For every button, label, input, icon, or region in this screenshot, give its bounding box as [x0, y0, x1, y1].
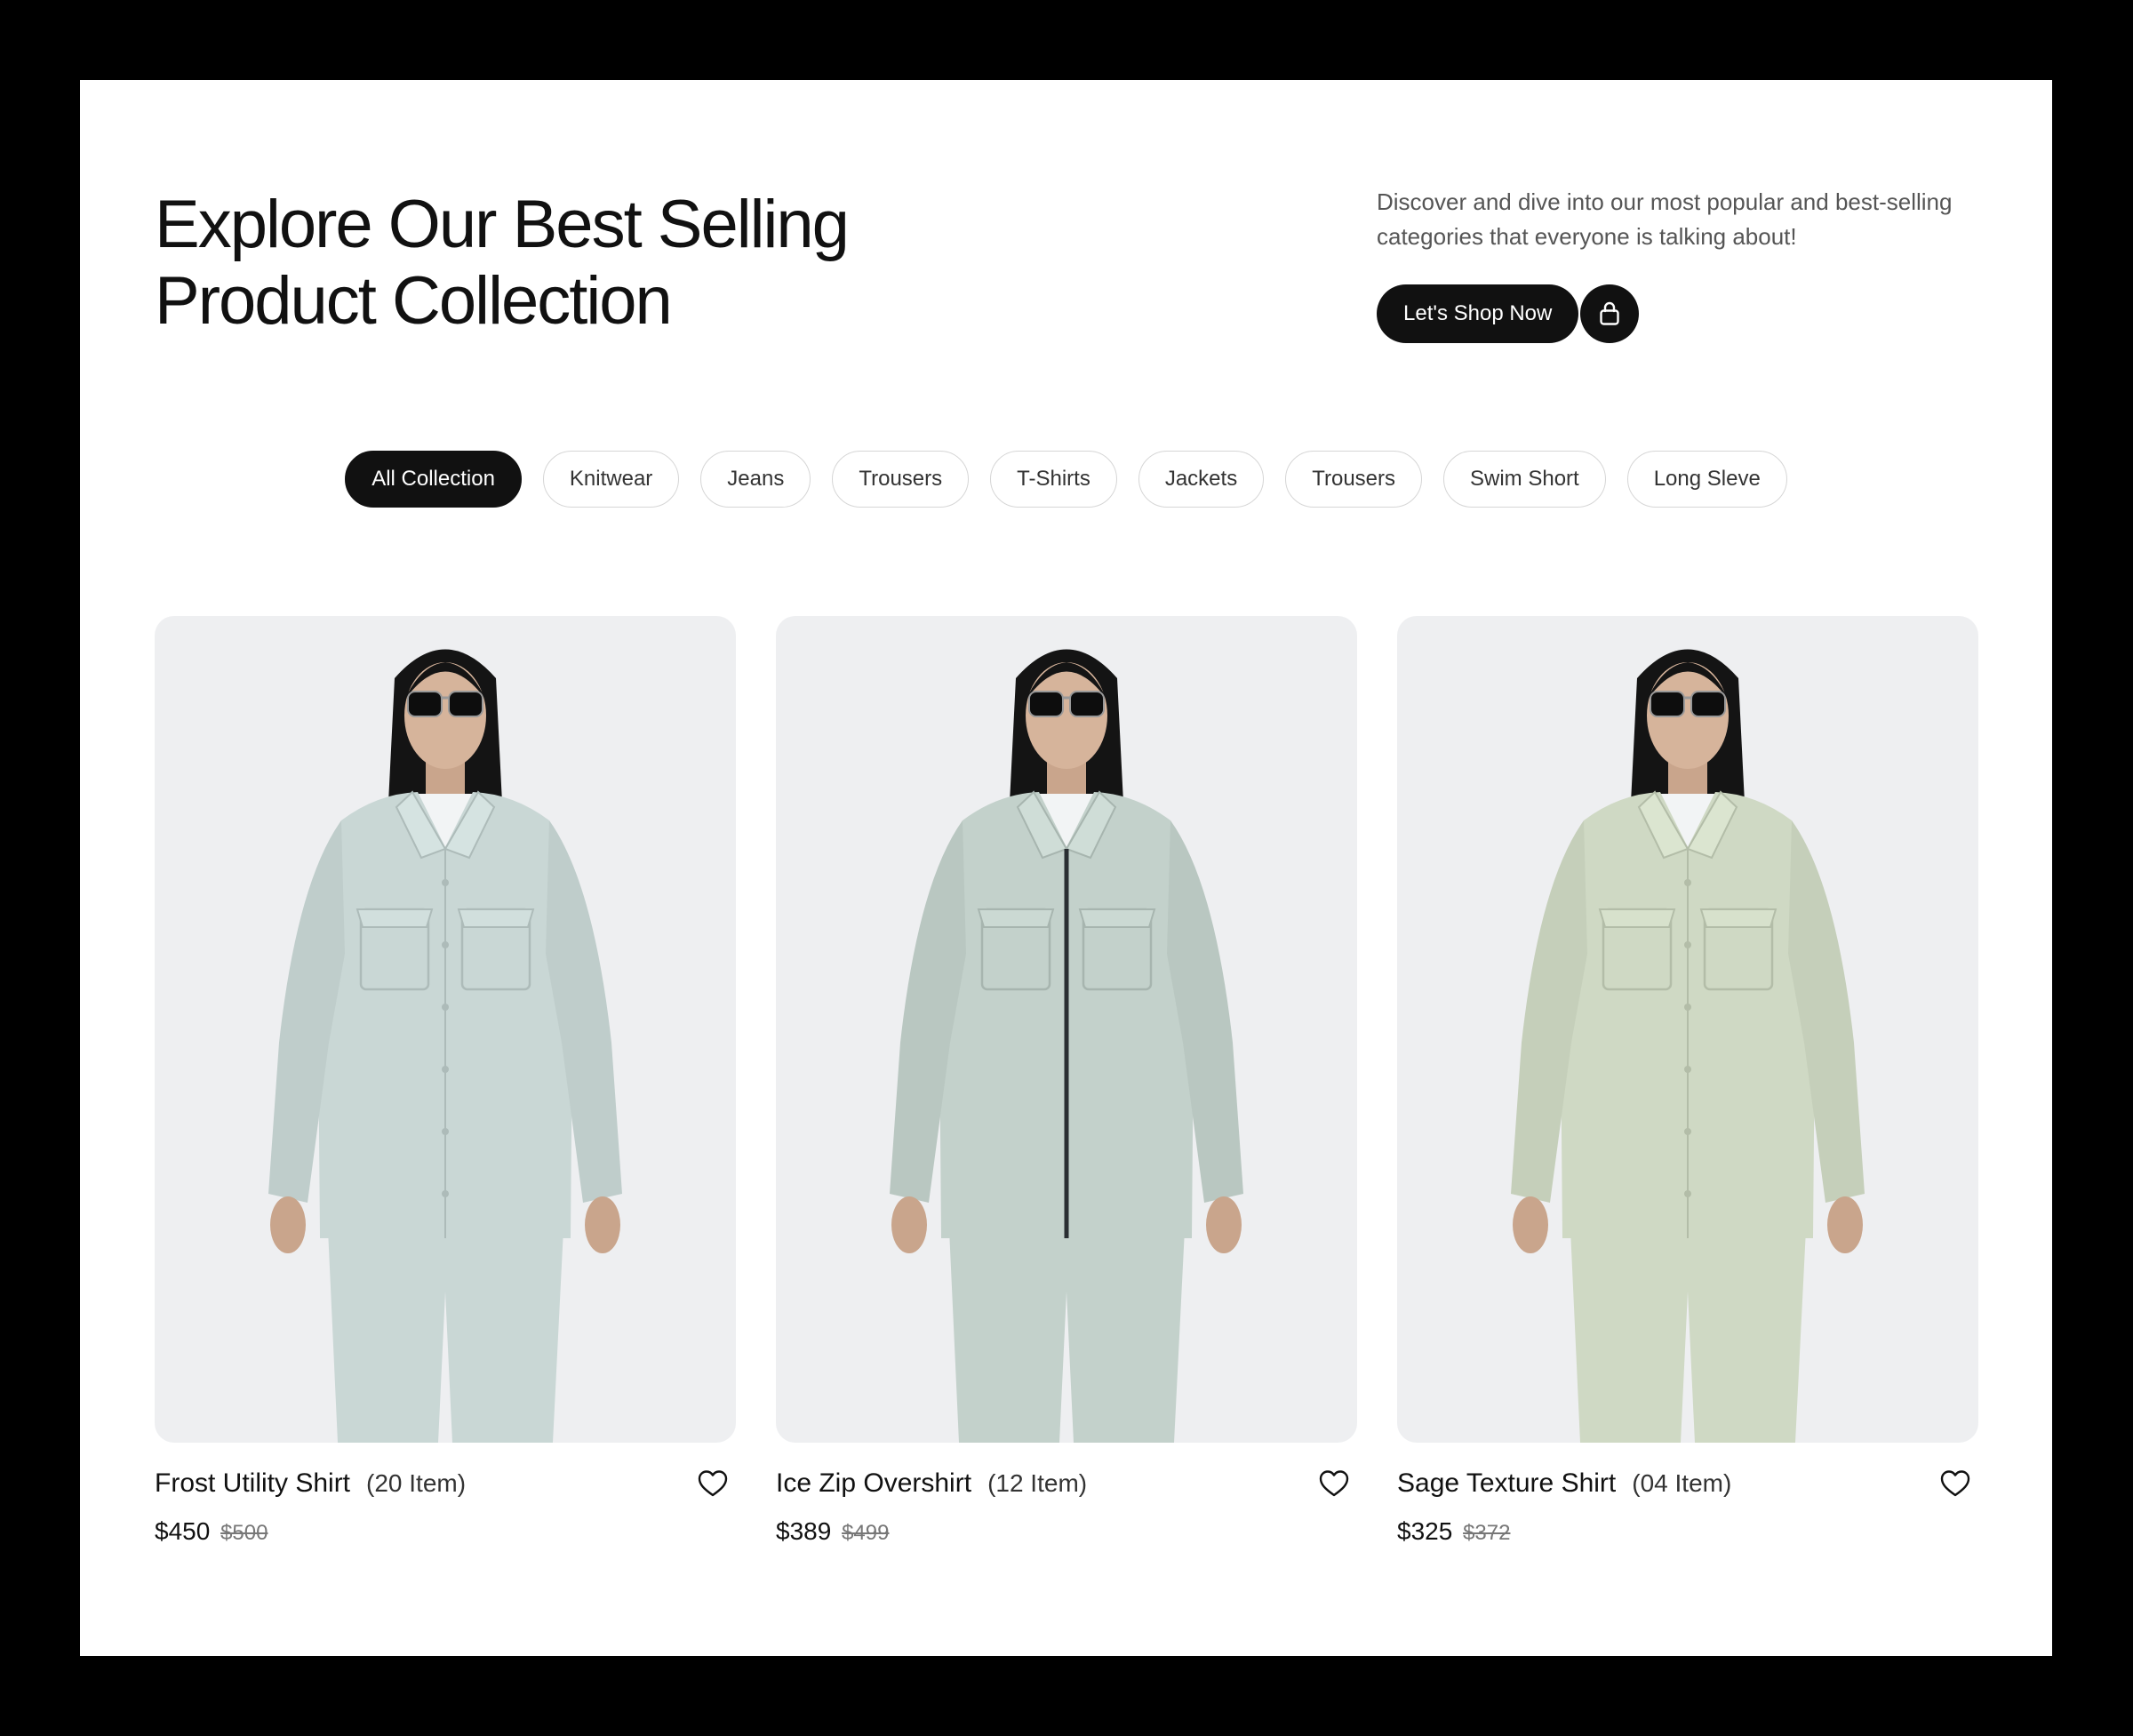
cta-group: Let's Shop Now: [1377, 284, 1999, 343]
original-price: $500: [220, 1521, 268, 1545]
product-image[interactable]: [155, 616, 736, 1443]
left-hand: [270, 1196, 306, 1253]
right-hand: [1827, 1196, 1863, 1253]
sunglasses-right: [448, 691, 483, 717]
product-info: Frost Utility Shirt (20 Item): [155, 1466, 736, 1501]
product-image[interactable]: [1397, 616, 1978, 1443]
filter-chip[interactable]: All Collection: [345, 451, 522, 508]
product-count: (20 Item): [366, 1469, 467, 1497]
price: $389: [776, 1517, 832, 1545]
shopping-bag-icon: [1600, 301, 1620, 325]
page-frame: Explore Our Best Selling Product Collect…: [80, 80, 2052, 1656]
left-hand: [1513, 1196, 1548, 1253]
product-count: (12 Item): [987, 1469, 1088, 1497]
product-name[interactable]: Ice Zip Overshirt: [776, 1468, 971, 1499]
filter-chip[interactable]: Swim Short: [1443, 451, 1606, 508]
price-row: $389 $499: [776, 1517, 1357, 1546]
trousers: [949, 1229, 1185, 1443]
sunglasses-left: [1028, 691, 1064, 717]
sunglasses-right: [1690, 691, 1726, 717]
trousers: [1570, 1229, 1806, 1443]
price: $325: [1397, 1517, 1453, 1545]
sunglasses-left: [1650, 691, 1685, 717]
filter-chip[interactable]: Jeans: [700, 451, 811, 508]
product-card[interactable]: Frost Utility Shirt (20 Item) $450 $500: [155, 616, 736, 1546]
price: $450: [155, 1517, 211, 1545]
product-info: Ice Zip Overshirt (12 Item): [776, 1466, 1357, 1501]
original-price: $499: [842, 1521, 890, 1545]
filter-chip[interactable]: Knitwear: [542, 451, 680, 508]
product-card[interactable]: Sage Texture Shirt (04 Item) $325 $372: [1397, 616, 1978, 1546]
product-image[interactable]: [776, 616, 1357, 1443]
right-hand: [1206, 1196, 1242, 1253]
left-hand: [891, 1196, 927, 1253]
product-name[interactable]: Frost Utility Shirt: [155, 1468, 350, 1499]
price-row: $450 $500: [155, 1517, 736, 1546]
hero-description: Discover and dive into our most popular …: [1377, 188, 1953, 250]
sunglasses-left: [407, 691, 443, 717]
page-title-line-2: Product Collection: [155, 263, 673, 339]
product-info: Sage Texture Shirt (04 Item): [1397, 1466, 1978, 1501]
shop-now-button[interactable]: Let's Shop Now: [1377, 284, 1579, 343]
product-name[interactable]: Sage Texture Shirt: [1397, 1468, 1616, 1499]
page-title-line-1: Explore Our Best Selling: [155, 187, 850, 262]
model-illustration: [268, 649, 622, 1443]
filter-chip[interactable]: Long Sleve: [1626, 451, 1787, 508]
heart-icon[interactable]: [1318, 1468, 1350, 1500]
product-grid: Frost Utility Shirt (20 Item) $450 $500 …: [155, 616, 1978, 1546]
sunglasses-right: [1069, 691, 1105, 717]
right-hand: [585, 1196, 620, 1253]
filter-chip[interactable]: Jackets: [1138, 451, 1265, 508]
product-card[interactable]: Ice Zip Overshirt (12 Item) $389 $499: [776, 616, 1357, 1546]
shopping-bag-button[interactable]: [1580, 284, 1640, 343]
product-count: (04 Item): [1632, 1469, 1732, 1497]
trousers: [328, 1229, 563, 1443]
model-illustration: [890, 649, 1243, 1443]
page-title: Explore Our Best Selling Product Collect…: [155, 187, 850, 340]
price-row: $325 $372: [1397, 1517, 1978, 1546]
heart-icon[interactable]: [1939, 1468, 1971, 1500]
filter-chip[interactable]: Trousers: [1285, 451, 1422, 508]
model-illustration: [1511, 649, 1865, 1443]
filter-chip[interactable]: Trousers: [832, 451, 970, 508]
heart-icon[interactable]: [697, 1468, 729, 1500]
original-price: $372: [1463, 1521, 1511, 1545]
filter-chip[interactable]: T-Shirts: [990, 451, 1117, 508]
category-filters: All Collection Knitwear Jeans Trousers T…: [80, 451, 2052, 508]
hero-aside: Discover and dive into our most popular …: [1377, 185, 1999, 343]
